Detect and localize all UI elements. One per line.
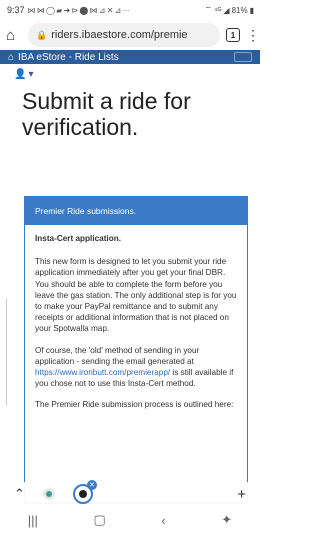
panel-paragraph-3: The Premier Ride submission process is o… [35,400,234,410]
system-nav-bar: ||| ▢ ‹ ✦ [0,506,260,534]
url-text[interactable]: riders.ibaestore.com/premie [51,29,187,41]
premierapp-link[interactable]: https://www.ironbutt.com/premierapp/ [35,368,170,377]
para2-text-before: Of course, the 'old' method of sending i… [35,345,200,366]
user-icon: 👤 [14,68,27,80]
site-navbar: ⌂ IBA eStore - Ride Lists [0,50,260,64]
brand-label: IBA eStore - Ride Lists [18,51,119,63]
panel-paragraph-1: This new form is designed to let you sub… [35,257,237,334]
app-dot-icon[interactable] [42,488,55,500]
panel-heading: Premier Ride submissions. [25,197,247,225]
panel-body: Insta-Cert application. This new form is… [25,225,247,429]
panel-paragraph-2: Of course, the 'old' method of sending i… [35,345,237,390]
floating-toolbar: ⌃ ✕ + [0,480,260,506]
tab-switcher-button[interactable]: 1 [226,28,240,42]
signal-icon: ◢ [223,5,230,15]
recent-apps-icon[interactable]: ||| [28,513,38,528]
hamburger-menu-button[interactable] [234,52,252,62]
home-button-icon[interactable]: ▢ [94,512,106,528]
status-bar: 9:37 ⋈ ⋈ ◯ ▰ ➜ ⊳ ⬤ ⋈ ⊿ ✕ ⊿ ··· ⌔ ⁴ᴳ ◢ 81… [0,0,260,20]
home-icon: ⌂ [8,51,15,63]
notification-icons: ⋈ ⋈ ◯ ▰ ➜ ⊳ ⬤ ⋈ ⊿ ✕ ⊿ ··· [27,5,130,15]
user-menu[interactable]: 👤 ▾ [0,64,260,84]
edge-divider [6,298,7,406]
status-time: 9:37 [7,5,25,15]
menu-icon[interactable]: ⋮ [246,27,260,44]
accessibility-icon[interactable]: ✦ [221,512,232,528]
close-icon[interactable]: ✕ [86,480,97,490]
address-bar[interactable]: 🔒 riders.ibaestore.com/premie [28,23,220,47]
browser-toolbar: ⌂ 🔒 riders.ibaestore.com/premie 1 ⋮ [0,20,260,50]
wifi-icon: ⌔ [204,5,213,14]
panel-subheading: Insta-Cert application. [35,234,121,243]
battery-level: 81% [231,5,248,15]
caret-down-icon: ▾ [28,68,34,80]
chevron-up-icon[interactable]: ⌃ [14,486,25,502]
home-icon[interactable]: ⌂ [6,27,22,44]
site-brand[interactable]: ⌂ IBA eStore - Ride Lists [8,52,119,63]
chat-bubble-icon[interactable]: ✕ [72,480,97,504]
network-indicator: ⁴ᴳ [214,5,222,15]
lock-icon: 🔒 [36,29,48,40]
plus-icon[interactable]: + [237,486,246,503]
page-title: Submit a ride for verification. [22,88,191,140]
info-panel: Premier Ride submissions. Insta-Cert app… [24,196,248,504]
back-icon[interactable]: ‹ [161,513,165,528]
battery-icon: ▮ [249,5,254,15]
